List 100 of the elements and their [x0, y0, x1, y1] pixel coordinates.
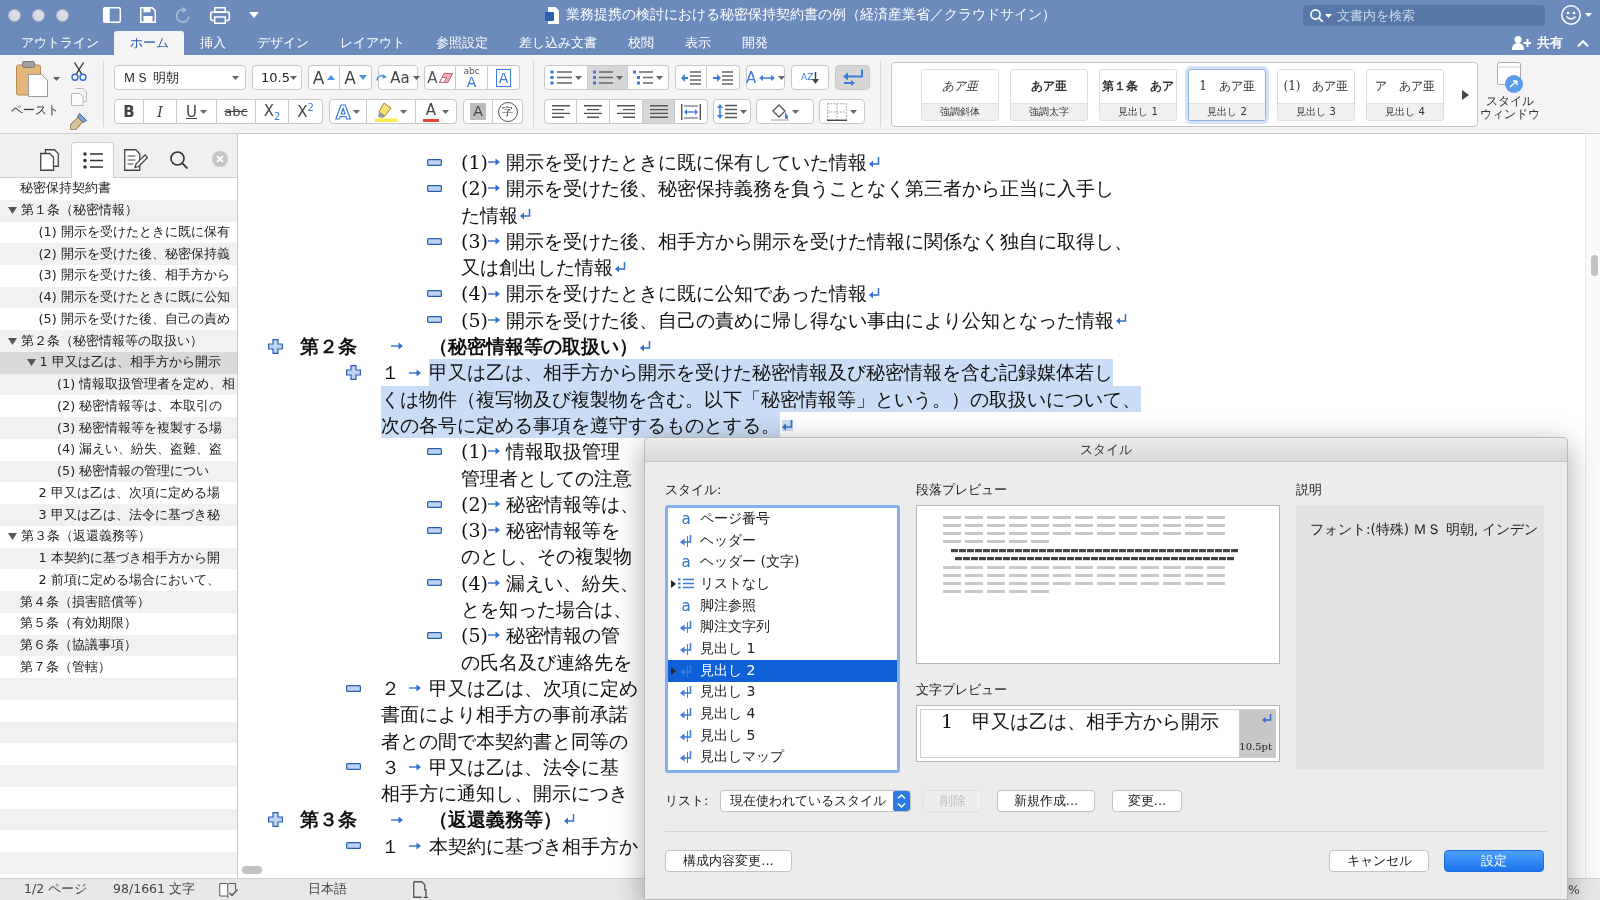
outline-item[interactable]: (4) 漏えい、紛失、盗難、盗 [0, 439, 237, 461]
triangle-right-icon[interactable] [1462, 89, 1469, 100]
style-list-item[interactable]: 見出し 5 [668, 724, 897, 747]
minus-icon[interactable] [427, 316, 442, 324]
outline-item[interactable]: 第７条（管轄） [0, 656, 237, 679]
minus-icon[interactable] [346, 763, 361, 771]
scrollbar-thumb[interactable] [242, 866, 262, 874]
multilevel-list-button[interactable] [628, 65, 669, 90]
outline-item[interactable]: (2) 開示を受けた後、秘密保持義 [0, 243, 237, 265]
style-gallery-item[interactable]: (1) あア亜 見出し 3 [1277, 68, 1355, 121]
list-select[interactable]: 現在使われているスタイル [720, 790, 911, 812]
window-zoom-button[interactable] [56, 8, 69, 22]
shading-button[interactable] [756, 99, 814, 124]
style-gallery-item[interactable]: あア亜 強調斜体 [921, 68, 999, 121]
outline-item[interactable]: 第４条（損害賠償等） [0, 591, 237, 613]
outline-item[interactable]: 第３条（返還義務等） [0, 526, 237, 548]
style-list-item[interactable]: 見出し 2 [668, 659, 897, 682]
style-list-item[interactable]: 見出し 1 [668, 638, 897, 660]
document-cursor-icon[interactable] [413, 881, 428, 898]
strikethrough-button[interactable]: abc [217, 99, 256, 124]
style-window-button[interactable]: スタイル ウィンドウ [1480, 55, 1540, 121]
zoom-level[interactable]: % [1568, 882, 1580, 897]
minus-icon[interactable] [346, 842, 361, 850]
bold-button[interactable]: B [114, 99, 144, 124]
text-effects-button[interactable]: A [329, 99, 367, 124]
outline-tab[interactable] [71, 142, 114, 178]
disclosure-triangle-icon[interactable] [26, 359, 36, 367]
character-border-button[interactable]: A [488, 65, 520, 90]
caret-icon[interactable] [53, 77, 60, 81]
page-count[interactable]: 1/2 ページ [24, 881, 88, 898]
search-field[interactable]: 文書内を検索 [1303, 4, 1545, 26]
word-count[interactable]: 98/1661 文字 [113, 881, 195, 898]
highlight-button[interactable] [367, 99, 416, 124]
font-name-field[interactable]: ＭＳ 明朝 [114, 65, 246, 90]
plus-icon[interactable] [346, 365, 361, 380]
outline-item[interactable]: (3) 開示を受けた後、相手方から [0, 265, 237, 287]
increase-indent-button[interactable] [707, 65, 740, 90]
scissors-icon[interactable] [70, 62, 87, 81]
minus-icon[interactable] [346, 684, 361, 692]
outline-item[interactable]: 1 甲又は乙は、相手方から開示 [0, 352, 237, 374]
minus-icon[interactable] [427, 500, 442, 508]
phonetic-guide-button[interactable]: abc A [456, 65, 488, 90]
style-list-item[interactable]: a 脚注参照 [668, 594, 897, 617]
grow-font-button[interactable]: A [308, 65, 340, 90]
style-list-item[interactable]: 見出し 3 [668, 681, 897, 704]
decrease-indent-button[interactable] [675, 65, 707, 90]
shrink-font-button[interactable]: A [340, 65, 372, 90]
asian-layout-button[interactable]: A [746, 65, 785, 90]
outline-item[interactable]: (4) 開示を受けたときに既に公知 [0, 286, 237, 309]
language-label[interactable]: 日本語 [308, 881, 347, 898]
style-list[interactable]: a ページ番号 ヘッダー a ヘッダー (文字) リストなし a 脚注参照 脚注文字列 見出し 1 見出し 2 見出し 3 見出し 4 見出し 5 見出しマップ [665, 505, 900, 773]
style-gallery-item[interactable]: 1 あア亜 見出し 2 [1188, 68, 1266, 121]
caret-icon[interactable] [249, 12, 259, 18]
style-list-item[interactable]: ヘッダー [668, 529, 897, 552]
borders-button[interactable] [819, 99, 865, 124]
align-left-button[interactable] [544, 99, 577, 124]
style-gallery-item[interactable]: あア亜 強調太字 [1010, 68, 1088, 121]
minus-icon[interactable] [427, 237, 442, 245]
style-list-item[interactable]: 見出しマップ [668, 746, 897, 769]
sidebar-icon[interactable] [103, 7, 121, 23]
search-icon[interactable] [1310, 8, 1323, 22]
minus-icon[interactable] [427, 447, 442, 455]
outline-item[interactable]: (1) 開示を受けたときに既に保有 [0, 221, 237, 244]
numbering-button[interactable] [588, 65, 628, 90]
caret-icon[interactable] [1585, 13, 1592, 17]
disclosure-triangle-icon[interactable] [8, 533, 17, 541]
subscript-button[interactable]: X$_{2}$ [256, 99, 289, 124]
center-button[interactable] [577, 99, 610, 124]
minus-icon[interactable] [427, 632, 442, 639]
plus-icon[interactable] [268, 338, 283, 354]
bullets-button[interactable] [544, 65, 588, 90]
line-spacing-button[interactable] [713, 99, 751, 124]
italic-button[interactable]: I [144, 99, 177, 124]
paste-button[interactable]: ペースト [8, 61, 62, 130]
paintbrush-icon[interactable] [70, 113, 87, 130]
clear-formatting-button[interactable]: A [424, 65, 456, 90]
outline-item[interactable]: (5) 開示を受けた後、自己の責め [0, 308, 237, 331]
outline-item[interactable]: 第６条（協議事項） [0, 634, 237, 657]
smiley-icon[interactable] [1561, 5, 1581, 25]
disclosure-triangle-icon[interactable] [8, 207, 17, 215]
minus-icon[interactable] [427, 184, 442, 192]
align-right-button[interactable] [610, 99, 643, 124]
outline-item[interactable]: (1) 情報取扱管理者を定め、相 [0, 373, 237, 396]
triangle-right-icon[interactable] [671, 579, 676, 588]
distribute-button[interactable] [675, 99, 708, 124]
minus-icon[interactable] [427, 579, 442, 587]
show-marks-button[interactable] [835, 65, 870, 90]
style-list-item[interactable]: a ヘッダー (文字) [668, 551, 897, 574]
minus-icon[interactable] [427, 158, 442, 166]
underline-button[interactable]: U [177, 99, 217, 124]
font-size-field[interactable]: 10.5 [252, 65, 302, 90]
justify-button[interactable] [643, 99, 675, 124]
book-check-icon[interactable] [219, 881, 238, 898]
disclosure-triangle-icon[interactable] [8, 337, 17, 345]
style-list-item[interactable]: a ページ番号 [668, 508, 897, 530]
style-list-item[interactable]: リストなし [668, 573, 897, 595]
style-gallery-item[interactable]: 第１条 あア 見出し 1 [1099, 68, 1177, 121]
sort-button[interactable]: AZ [791, 65, 829, 90]
change-case-button[interactable]: Aa [378, 65, 418, 90]
scrollbar-thumb[interactable] [1591, 255, 1598, 276]
